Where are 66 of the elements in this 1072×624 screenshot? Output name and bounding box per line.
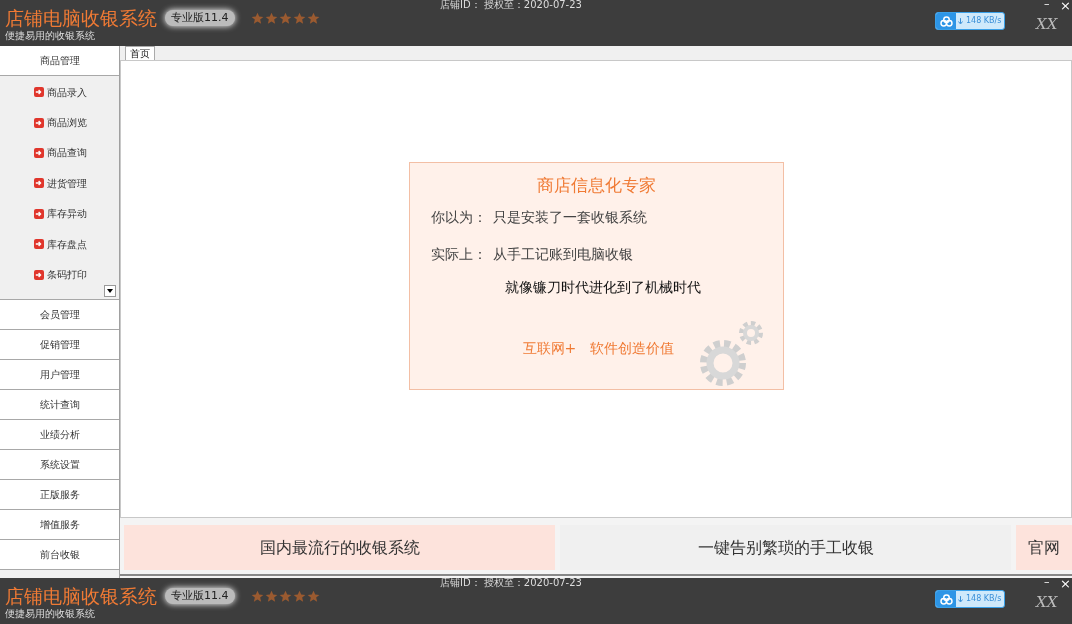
star-icon	[278, 589, 292, 603]
sidebar-item[interactable]: 商品浏览	[47, 115, 87, 131]
sidebar-item[interactable]: 条码打印	[47, 267, 87, 283]
star-icon	[264, 589, 278, 603]
arrow-icon	[34, 269, 44, 280]
promo-slogan: 互联网+	[522, 338, 577, 358]
promo-text: 只是安装了一套收银系统	[492, 207, 647, 227]
app-subtitle: 便捷易用的收银系统	[5, 30, 96, 42]
sidebar-item[interactable]: 商品录入	[47, 84, 87, 100]
sidebar-item[interactable]: 库存异动	[47, 206, 87, 222]
star-icon	[306, 11, 320, 25]
sidebar-group[interactable]: 统计查询	[0, 390, 119, 420]
star-icon	[292, 11, 306, 25]
sidebar-group[interactable]: 增值服务	[0, 510, 119, 540]
close-button[interactable]: ×	[1060, 0, 1071, 16]
minimize-button[interactable]: –	[1044, 0, 1050, 13]
promo-label: 你以为：	[430, 207, 487, 227]
sidebar-group[interactable]: 前台收银	[0, 540, 119, 570]
edition-badge: 专业版11.4	[165, 10, 235, 26]
banner: 一键告别繁琐的手工收银	[560, 525, 1011, 570]
promo-text: 从手工记账到电脑收银	[492, 244, 633, 264]
app-subtitle: 便捷易用的收银系统	[5, 608, 96, 620]
sidebar-group[interactable]: 用户管理	[0, 360, 119, 390]
cloud-icon	[936, 591, 956, 607]
close-button[interactable]: ×	[1060, 574, 1071, 594]
cloud-icon	[936, 13, 956, 29]
user-name[interactable]: XX	[1036, 13, 1058, 36]
sidebar-group[interactable]: 业绩分析	[0, 420, 119, 450]
arrow-icon	[34, 208, 44, 219]
app-title: 店铺电脑收银系统	[5, 6, 157, 30]
arrow-icon	[34, 87, 44, 98]
sidebar-group[interactable]: 商品管理	[0, 46, 119, 76]
sidebar-group[interactable]: 会员管理	[0, 300, 119, 330]
banner: 国内最流行的收银系统	[124, 525, 555, 570]
star-icon	[250, 11, 264, 25]
star-icon	[278, 11, 292, 25]
edition-badge: 专业版11.4	[165, 588, 235, 604]
shop-info: 店铺ID： 授权至：2020-07-23	[440, 0, 582, 12]
caret-icon	[107, 289, 113, 293]
star-icon	[264, 11, 278, 25]
promo-highlight: 就像镰刀时代进化到了机械时代	[505, 277, 701, 297]
sidebar-group[interactable]: 系统设置	[0, 450, 119, 480]
promo-slogan: 软件创造价值	[590, 338, 675, 358]
user-name[interactable]: XX	[1036, 591, 1058, 614]
tab[interactable]: 首页	[125, 46, 155, 60]
sidebar-group[interactable]: 正版服务	[0, 480, 119, 510]
sidebar-item[interactable]: 商品查询	[47, 145, 87, 161]
sidebar-item[interactable]: 库存盘点	[47, 236, 87, 252]
scroll-down-button[interactable]	[104, 285, 116, 297]
star-icon	[306, 589, 320, 603]
sidebar-item[interactable]: 进货管理	[47, 175, 87, 191]
minimize-button[interactable]: –	[1044, 574, 1050, 591]
promo-title: 商店信息化专家	[536, 174, 656, 197]
star-icon	[292, 589, 306, 603]
download-speed: 148 KB/s	[965, 593, 1003, 605]
app-title: 店铺电脑收银系统	[5, 584, 157, 608]
star-icon	[250, 589, 264, 603]
download-speed: 148 KB/s	[965, 15, 1003, 27]
banner: 官网	[1016, 525, 1072, 570]
arrow-icon	[34, 147, 44, 158]
shop-info: 店铺ID： 授权至：2020-07-23	[440, 576, 582, 590]
arrow-icon	[34, 239, 44, 250]
promo-label: 实际上：	[430, 244, 487, 264]
sidebar-group[interactable]: 促销管理	[0, 330, 119, 360]
arrow-icon	[34, 178, 44, 189]
arrow-icon	[34, 117, 44, 128]
